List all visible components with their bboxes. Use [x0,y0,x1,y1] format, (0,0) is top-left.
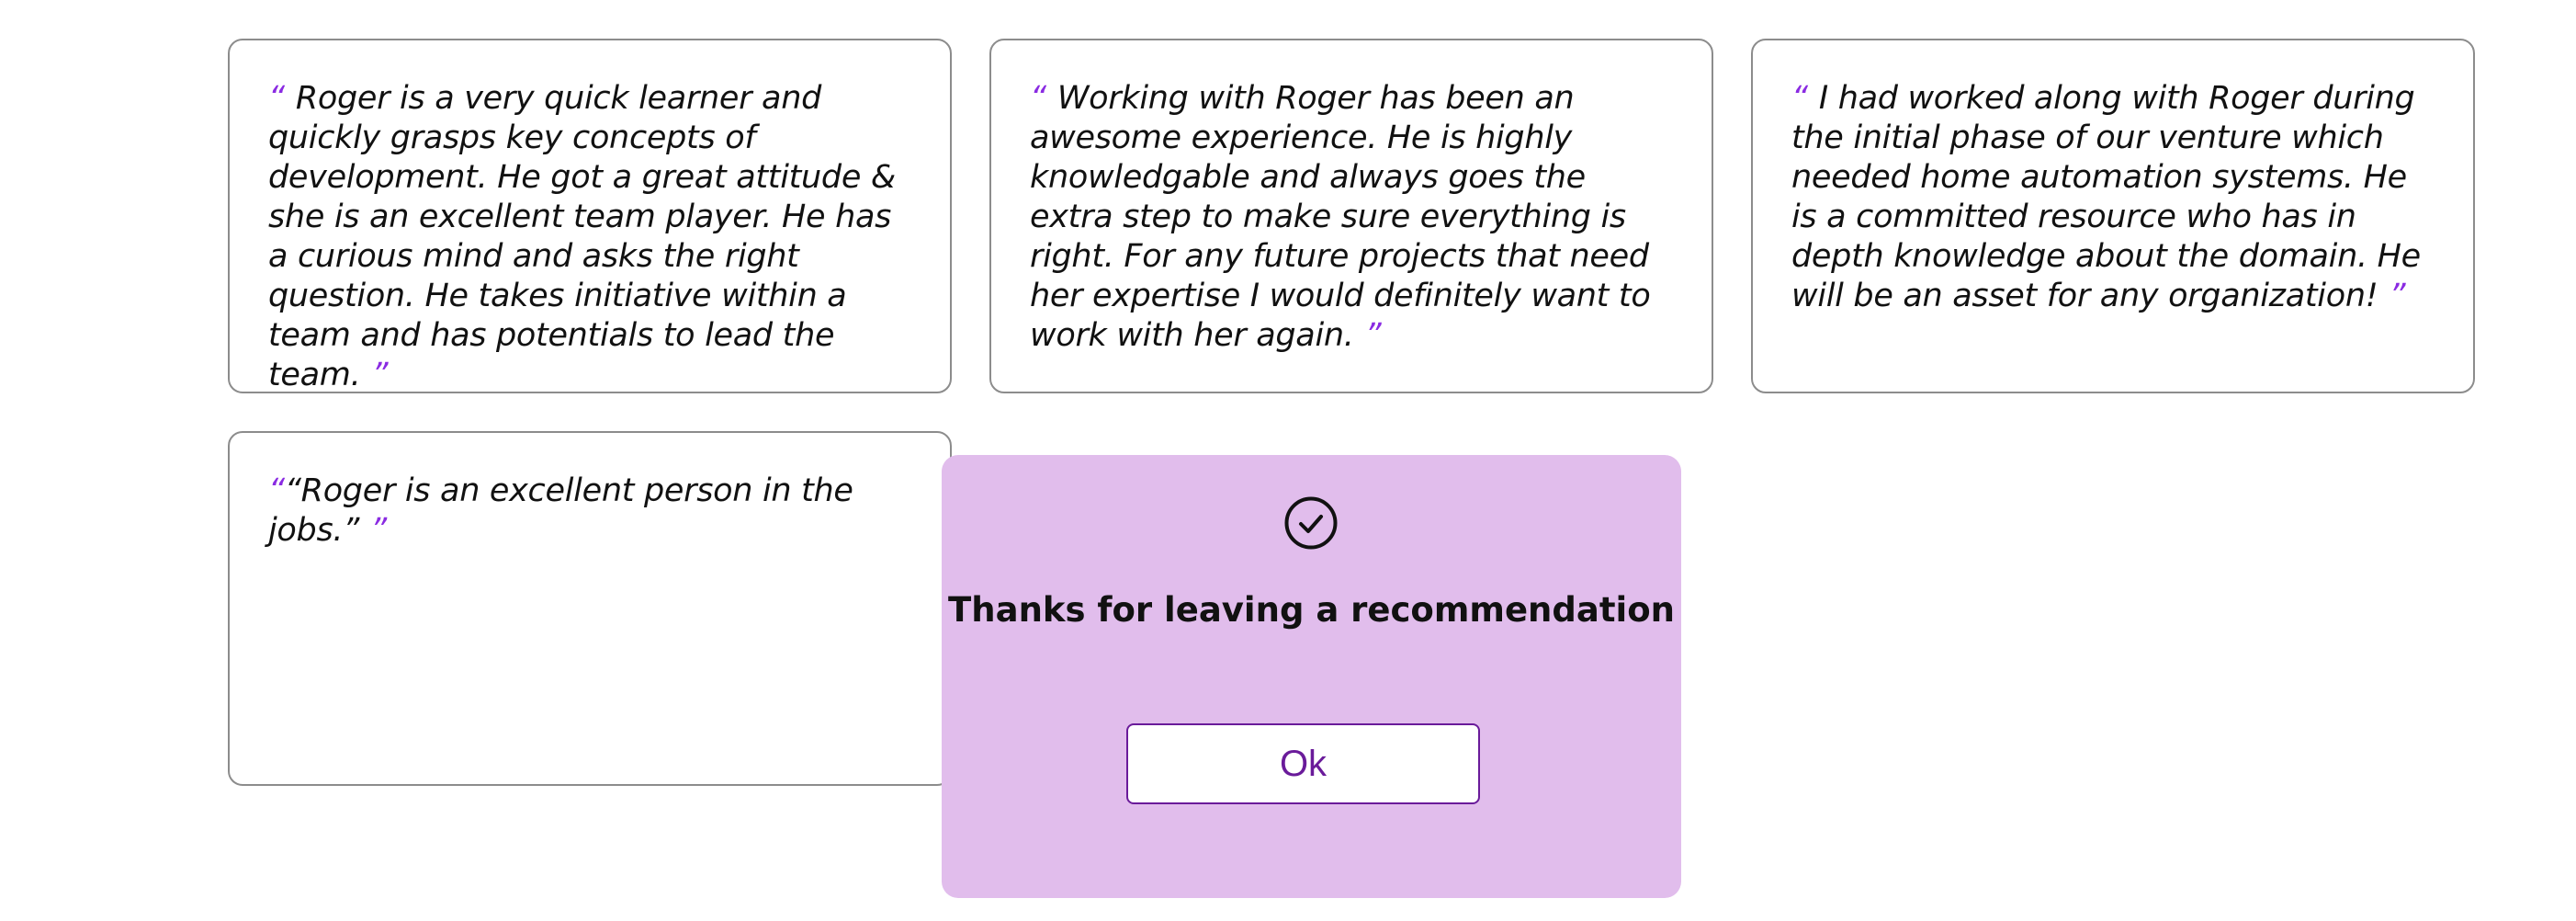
recommendation-body: Roger is a very quick learner and quickl… [268,80,896,393]
recommendation-text: “I had worked along with Roger during th… [1791,79,2438,316]
recommendation-card: ““Roger is an excellent person in the jo… [228,431,952,786]
recommendation-text: “Roger is a very quick learner and quick… [268,79,915,395]
recommendation-card: “Working with Roger has been an awesome … [989,39,1713,393]
close-quote-icon: ” [2389,278,2406,314]
recommendation-card: “I had worked along with Roger during th… [1751,39,2475,393]
open-quote-icon: “ [1791,80,1808,117]
open-quote-icon: “ [268,472,285,509]
recommendation-body: Working with Roger has been an awesome e… [1030,80,1651,354]
close-quote-icon: ” [1364,317,1382,354]
open-quote-icon: “ [1030,80,1046,117]
recommendation-card: “Roger is a very quick learner and quick… [228,39,952,393]
dialog-title: Thanks for leaving a recommendation [948,590,1675,630]
check-circle-icon [1284,496,1338,550]
recommendation-body: I had worked along with Roger during the… [1791,80,2421,314]
ok-button[interactable]: Ok [1126,723,1480,804]
success-dialog: Thanks for leaving a recommendation Ok [942,455,1681,898]
close-quote-icon: ” [371,357,389,393]
recommendation-text: ““Roger is an excellent person in the jo… [268,472,915,551]
recommendation-body: “Roger is an excellent person in the job… [268,472,853,549]
open-quote-icon: “ [268,80,285,117]
close-quote-icon: ” [370,512,387,549]
recommendation-text: “Working with Roger has been an awesome … [1030,79,1677,356]
